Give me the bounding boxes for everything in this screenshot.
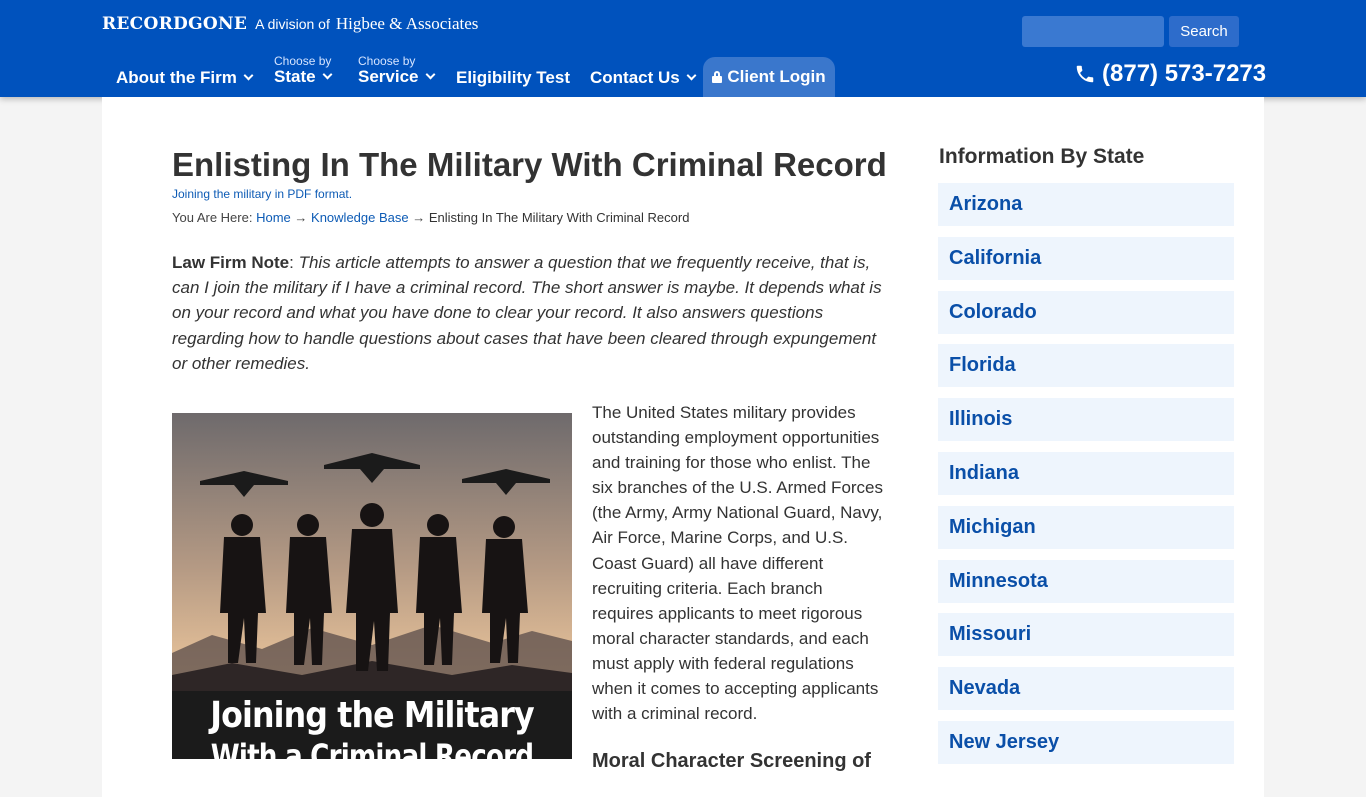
state-link-colorado[interactable]: Colorado xyxy=(938,290,1234,334)
breadcrumb-separator: → xyxy=(412,210,426,225)
law-firm-note: Law Firm Note: This article attempts to … xyxy=(172,250,884,376)
state-link-california[interactable]: California xyxy=(938,236,1234,280)
nav-service-sublabel: Choose by xyxy=(358,54,416,68)
client-login-label: Client Login xyxy=(727,67,826,86)
chevron-down-icon xyxy=(425,69,435,80)
nav-state-label: State xyxy=(274,67,316,86)
state-link-nevada[interactable]: Nevada xyxy=(938,667,1234,711)
breadcrumb-home-link[interactable]: Home xyxy=(256,210,291,225)
nav-choose-by-state[interactable]: Choose by State xyxy=(274,54,333,87)
nav-choose-by-service[interactable]: Choose by Service xyxy=(358,54,435,87)
state-link-florida[interactable]: Florida xyxy=(938,344,1234,388)
nav-service-label: Service xyxy=(358,67,419,86)
chevron-down-icon xyxy=(322,69,333,80)
phone-link[interactable]: (877) 573-7273 xyxy=(1074,60,1266,88)
brand-partner: Higbee & Associates xyxy=(335,14,479,33)
client-login-button[interactable]: Client Login xyxy=(703,57,835,97)
site-header: RECORDGONE A division of Higbee & Associ… xyxy=(0,0,1366,97)
military-hero-image: Joining the Military With a Criminal Rec… xyxy=(172,413,572,759)
state-link-arizona[interactable]: Arizona xyxy=(938,183,1234,226)
brand-logo[interactable]: RECORDGONE A division of Higbee & Associ… xyxy=(102,14,478,34)
search-button[interactable]: Search xyxy=(1169,16,1239,47)
note-colon: : xyxy=(289,253,294,272)
state-link-minnesota[interactable]: Minnesota xyxy=(938,559,1234,603)
state-list: Arizona California Colorado Florida Illi… xyxy=(938,183,1234,775)
breadcrumb: You Are Here: Home → Knowledge Base → En… xyxy=(172,210,689,225)
state-link-illinois[interactable]: Illinois xyxy=(938,398,1234,442)
section-heading: Moral Character Screening of xyxy=(592,750,871,772)
lock-icon xyxy=(712,71,723,83)
breadcrumb-separator: → xyxy=(294,210,308,225)
nav-contact-label: Contact Us xyxy=(590,68,680,87)
chevron-down-icon xyxy=(243,70,254,81)
phone-icon xyxy=(1076,65,1094,83)
hero-caption-line2: With a Criminal Record xyxy=(210,737,534,759)
brand-name: RECORDGONE xyxy=(102,14,248,34)
state-link-new-jersey[interactable]: New Jersey xyxy=(938,720,1234,764)
page-title: Enlisting In The Military With Criminal … xyxy=(172,146,887,183)
state-link-michigan[interactable]: Michigan xyxy=(938,505,1234,549)
note-label: Law Firm Note xyxy=(172,253,290,272)
nav-state-sublabel: Choose by xyxy=(274,54,332,68)
nav-contact-us[interactable]: Contact Us xyxy=(590,68,697,88)
breadcrumb-prefix: You Are Here: xyxy=(172,210,253,225)
nav-about-the-firm[interactable]: About the Firm xyxy=(116,68,254,88)
hero-caption: Joining the Military With a Criminal Rec… xyxy=(172,691,572,759)
article-body-paragraph: The United States military provides outs… xyxy=(592,403,884,724)
search-input[interactable] xyxy=(1022,16,1164,47)
hero-caption-line1: Joining the Military xyxy=(210,695,534,736)
phone-number: (877) 573-7273 xyxy=(1102,60,1267,87)
pdf-format-link[interactable]: Joining the military in PDF format. xyxy=(172,187,352,201)
state-link-missouri[interactable]: Missouri xyxy=(938,613,1234,657)
chevron-down-icon xyxy=(686,70,697,81)
state-link-indiana[interactable]: Indiana xyxy=(938,451,1234,495)
breadcrumb-current: Enlisting In The Military With Criminal … xyxy=(428,210,690,225)
brand-division-text: A division of xyxy=(255,16,330,32)
nav-eligibility-test[interactable]: Eligibility Test xyxy=(456,68,570,88)
nav-eligibility-label: Eligibility Test xyxy=(456,68,570,87)
breadcrumb-knowledge-base-link[interactable]: Knowledge Base xyxy=(311,210,409,225)
sidebar-title: Information By State xyxy=(939,145,1145,168)
nav-about-label: About the Firm xyxy=(116,68,237,87)
